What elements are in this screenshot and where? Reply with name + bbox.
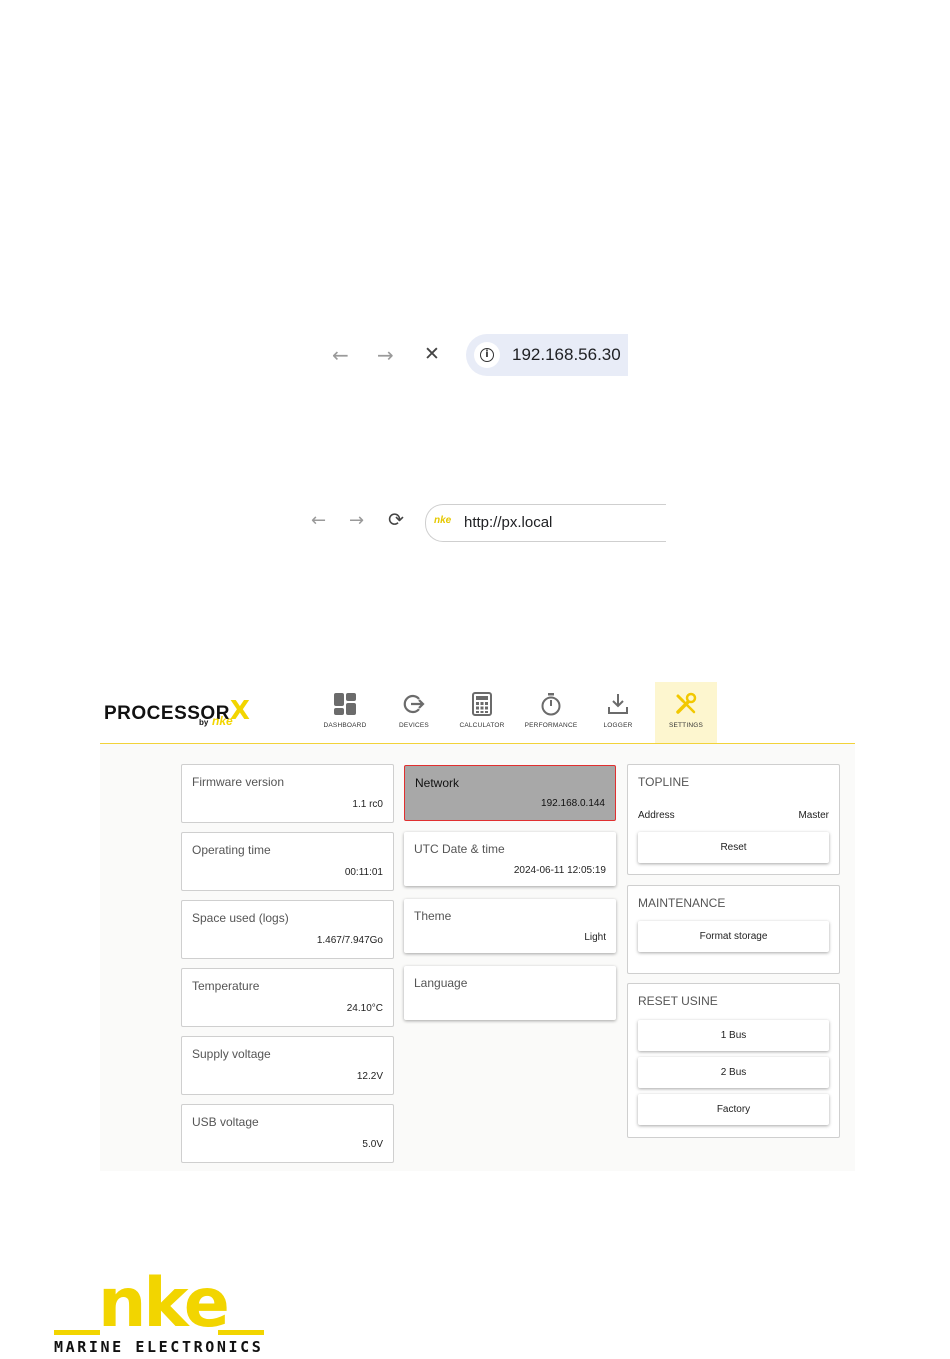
nav-label: SETTINGS bbox=[668, 722, 704, 729]
forward-arrow-icon[interactable]: → bbox=[349, 512, 364, 530]
nav-label: DEVICES bbox=[399, 722, 429, 729]
processor-x-app: PROCESSORX by nke DASHBOARD DEVICES CALC… bbox=[100, 682, 855, 1171]
brand-nke: nke bbox=[212, 714, 233, 728]
nav-devices[interactable]: DEVICES bbox=[383, 682, 445, 743]
card-value: 24.10°C bbox=[346, 1003, 383, 1014]
address-bar[interactable]: nke http://px.local bbox=[425, 504, 666, 542]
reset-usine-panel: RESET USINE 1 Bus 2 Bus Factory bbox=[627, 983, 840, 1138]
nav-label: PERFORMANCE bbox=[524, 722, 578, 729]
language-card[interactable]: Language bbox=[404, 966, 616, 1020]
panel-title: MAINTENANCE bbox=[638, 896, 726, 910]
logo-subtitle: MARINE ELECTRONICS bbox=[54, 1338, 264, 1356]
dashboard-icon bbox=[334, 693, 356, 715]
maintenance-panel: MAINTENANCE Format storage bbox=[627, 885, 840, 974]
nav-performance[interactable]: PERFORMANCE bbox=[520, 682, 582, 743]
site-favicon-icon: nke bbox=[434, 515, 452, 526]
network-card[interactable]: Network 192.168.0.144 bbox=[404, 765, 616, 821]
card-value: 1.1 rc0 bbox=[352, 799, 383, 810]
brand-by: by bbox=[199, 718, 209, 727]
card-value: Light bbox=[584, 932, 606, 943]
card-title: Network bbox=[415, 776, 460, 790]
card-title: Firmware version bbox=[192, 775, 285, 789]
nav-logger[interactable]: LOGGER bbox=[587, 682, 649, 743]
back-arrow-icon[interactable]: ← bbox=[311, 512, 326, 530]
site-info-icon[interactable]: i bbox=[474, 342, 500, 368]
usb-voltage-card: USB voltage 5.0V bbox=[181, 1104, 394, 1163]
logo-nke: nke bbox=[98, 1264, 230, 1343]
address-value: Master bbox=[798, 810, 829, 821]
reload-icon[interactable]: ⟳ bbox=[388, 511, 404, 530]
address-label: Address bbox=[638, 810, 675, 821]
address-bar[interactable]: i 192.168.56.30 bbox=[466, 334, 628, 376]
card-value: 1.467/7.947Go bbox=[316, 935, 383, 946]
download-icon bbox=[608, 694, 628, 714]
reset-2-bus-button[interactable]: 2 Bus bbox=[638, 1057, 829, 1088]
reset-factory-button[interactable]: Factory bbox=[638, 1094, 829, 1125]
calculator-icon bbox=[472, 692, 492, 716]
temperature-card: Temperature 24.10°C bbox=[181, 968, 394, 1027]
reset-1-bus-button[interactable]: 1 Bus bbox=[638, 1020, 829, 1051]
devices-icon bbox=[403, 694, 425, 714]
app-header: PROCESSORX by nke DASHBOARD DEVICES CALC… bbox=[100, 682, 855, 744]
nav-label: CALCULATOR bbox=[459, 722, 505, 729]
panel-title: RESET USINE bbox=[638, 994, 718, 1008]
nav-settings[interactable]: SETTINGS bbox=[655, 682, 717, 743]
nke-marine-electronics-logo: nke MARINE ELECTRONICS bbox=[52, 1264, 267, 1358]
forward-arrow-icon[interactable]: → bbox=[377, 345, 394, 365]
back-arrow-icon[interactable]: ← bbox=[332, 345, 349, 365]
brand-logo: PROCESSORX by nke bbox=[104, 696, 250, 728]
logo-underline-right bbox=[218, 1330, 264, 1335]
logo-underline-left bbox=[54, 1330, 100, 1335]
space-used-card: Space used (logs) 1.467/7.947Go bbox=[181, 900, 394, 959]
card-title: Space used (logs) bbox=[192, 911, 289, 925]
nav-label: LOGGER bbox=[603, 722, 633, 729]
card-value: 5.0V bbox=[362, 1139, 383, 1150]
nav-label: DASHBOARD bbox=[323, 722, 367, 729]
panel-title: TOPLINE bbox=[638, 775, 690, 789]
stopwatch-icon bbox=[541, 693, 561, 716]
tools-icon bbox=[676, 692, 697, 714]
card-title: UTC Date & time bbox=[414, 842, 505, 856]
card-title: Temperature bbox=[192, 979, 260, 993]
supply-voltage-card: Supply voltage 12.2V bbox=[181, 1036, 394, 1095]
stop-icon[interactable]: ✕ bbox=[424, 345, 440, 364]
card-value: 00:11:01 bbox=[344, 867, 383, 878]
card-value: 2024-06-11 12:05:19 bbox=[513, 865, 606, 876]
operating-time-card: Operating time 00:11:01 bbox=[181, 832, 394, 891]
card-title: Language bbox=[414, 976, 468, 990]
card-title: Supply voltage bbox=[192, 1047, 271, 1061]
card-value: 12.2V bbox=[356, 1071, 383, 1082]
utc-date-time-card[interactable]: UTC Date & time 2024-06-11 12:05:19 bbox=[404, 832, 616, 886]
card-value: 192.168.0.144 bbox=[541, 798, 605, 809]
theme-card[interactable]: Theme Light bbox=[404, 899, 616, 953]
nav-dashboard[interactable]: DASHBOARD bbox=[314, 682, 376, 743]
address-bar-url: http://px.local bbox=[464, 514, 553, 531]
topline-panel: TOPLINE Address Master Reset bbox=[627, 764, 840, 875]
card-title: Theme bbox=[414, 909, 452, 923]
firmware-version-card: Firmware version 1.1 rc0 bbox=[181, 764, 394, 823]
card-title: Operating time bbox=[192, 843, 271, 857]
nav-calculator[interactable]: CALCULATOR bbox=[451, 682, 513, 743]
reset-button[interactable]: Reset bbox=[638, 832, 829, 863]
format-storage-button[interactable]: Format storage bbox=[638, 921, 829, 952]
address-bar-url: 192.168.56.30 bbox=[512, 345, 621, 364]
card-title: USB voltage bbox=[192, 1115, 259, 1129]
